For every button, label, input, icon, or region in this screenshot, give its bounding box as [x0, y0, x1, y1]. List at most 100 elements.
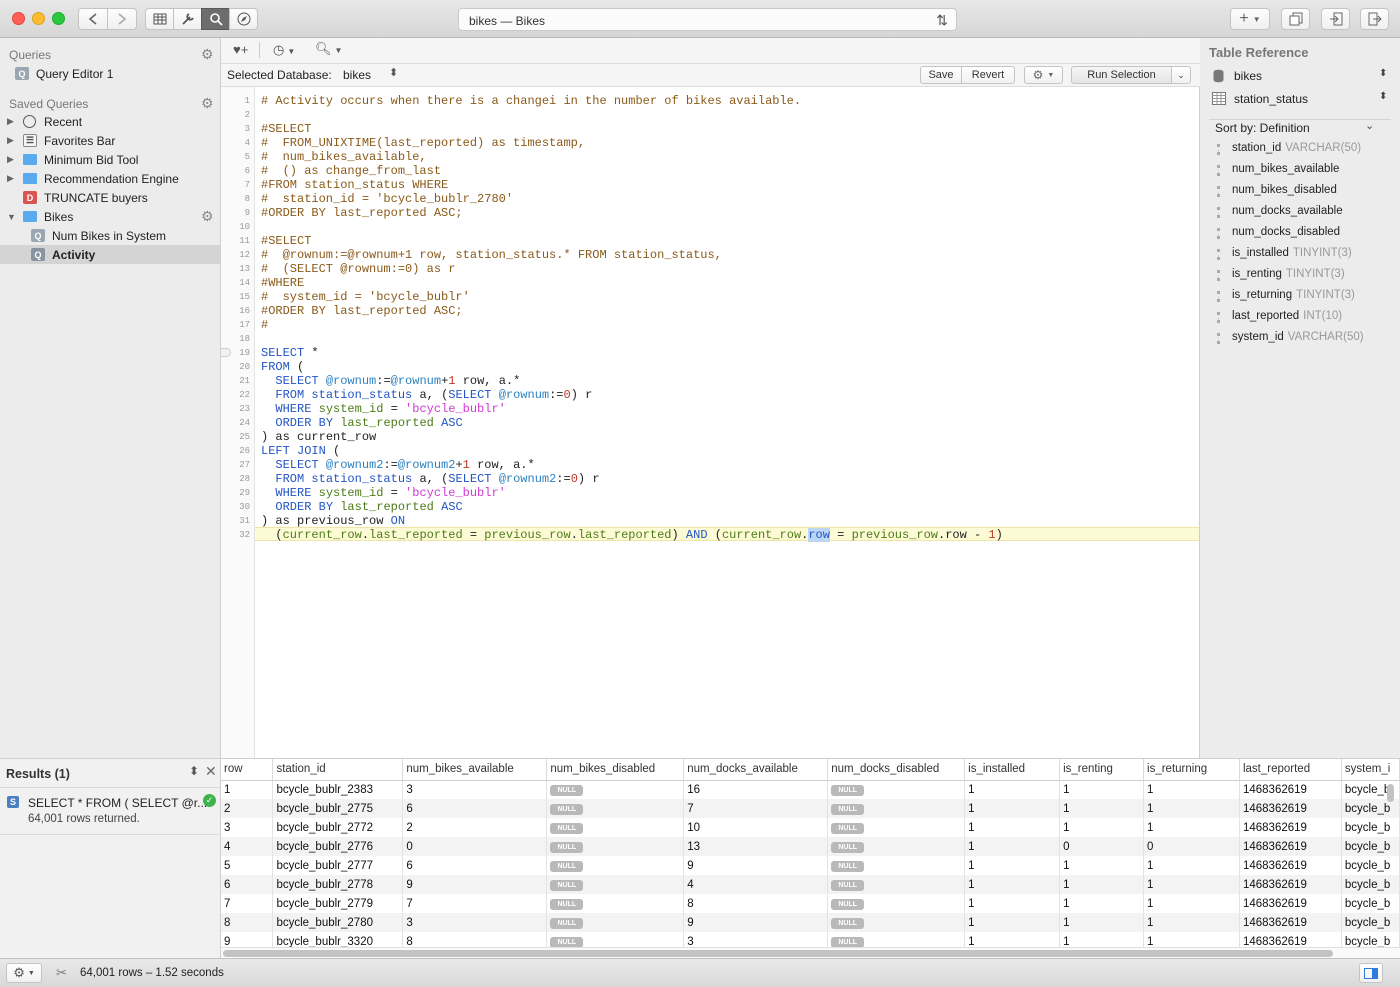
table-cell[interactable]: 16 [683, 780, 829, 799]
table-cell[interactable]: 1 [1059, 780, 1145, 799]
table-cell[interactable]: 7 [683, 799, 829, 818]
column-header[interactable]: num_docks_available [683, 759, 829, 781]
table-cell[interactable]: 1 [1143, 913, 1240, 932]
table-cell[interactable]: 1 [1143, 894, 1240, 913]
table-cell[interactable]: 1468362619 [1239, 875, 1342, 894]
table-cell[interactable]: bcycle_b [1341, 818, 1400, 837]
table-cell[interactable]: 1 [1059, 875, 1145, 894]
vertical-scrollbar[interactable] [1387, 784, 1394, 802]
sort-arrows-icon[interactable]: ⇅ [936, 12, 948, 29]
column-item[interactable]: num_bikes_disabled [1217, 184, 1341, 200]
table-cell[interactable]: 3 [221, 818, 274, 837]
table-cell[interactable]: bcycle_bublr_2775 [272, 799, 404, 818]
revert-button[interactable]: Revert [961, 66, 1015, 84]
table-cell[interactable]: 4 [221, 837, 274, 856]
history-menu-button[interactable]: ◷ ▼ [273, 42, 295, 58]
column-header[interactable]: num_bikes_disabled [546, 759, 685, 781]
table-cell[interactable]: 1 [964, 799, 1061, 818]
sidebar-item-bikes[interactable]: ▼ Bikes ⚙ [0, 207, 220, 226]
column-item[interactable]: last_reported INT(10) [1216, 310, 1342, 326]
table-row[interactable]: 1 bcycle_bublr_2383 3 NULL 16 NULL 1 1 1 14683626… [221, 780, 1400, 799]
table-cell[interactable]: bcycle_b [1341, 856, 1400, 875]
sidebar-item-num-bikes-in-system[interactable]: Q Num Bikes in System [0, 226, 220, 245]
add-menu-button[interactable]: + ▼ [1230, 8, 1270, 30]
table-cell[interactable]: 7 [221, 894, 274, 913]
table-cell[interactable]: 6 [402, 856, 548, 875]
database-selector[interactable]: bikes ⬍ [1210, 68, 1390, 86]
table-cell[interactable]: 1468362619 [1239, 894, 1342, 913]
duplicate-button[interactable] [1281, 8, 1310, 30]
table-cell[interactable]: 6 [402, 799, 548, 818]
column-header[interactable]: is_renting [1059, 759, 1145, 781]
table-cell[interactable]: NULL [827, 837, 966, 856]
column-header[interactable]: num_bikes_available [402, 759, 548, 781]
table-cell[interactable]: 1 [1143, 799, 1240, 818]
disclosure-triangle-icon[interactable]: ▶ [7, 135, 14, 146]
table-cell[interactable]: 10 [683, 818, 829, 837]
select-arrows-icon[interactable]: ⬍ [1379, 68, 1387, 79]
table-cell[interactable]: 9 [402, 875, 548, 894]
save-button[interactable]: Save [920, 66, 962, 84]
table-cell[interactable]: NULL [827, 913, 966, 932]
sql-editor[interactable]: 1 2 3 4 5 6 7 8 9 10 11 12 13 14 15 16 17 18 19 20 21 22 23 24 2… [221, 87, 1200, 758]
select-arrows-icon[interactable]: ⬍ [389, 66, 398, 79]
table-cell[interactable]: 1 [1143, 875, 1240, 894]
table-cell[interactable]: 1 [964, 837, 1061, 856]
table-cell[interactable]: 1 [1059, 799, 1145, 818]
minimize-window-icon[interactable] [32, 12, 45, 25]
table-cell[interactable]: 3 [402, 780, 548, 799]
table-row[interactable]: 3 bcycle_bublr_2772 2 NULL 10 NULL 1 1 1 14683626… [221, 818, 1400, 837]
queries-gear-icon[interactable]: ⚙ [201, 47, 215, 61]
collapse-arrows-icon[interactable]: ⬍ [189, 764, 199, 778]
close-window-icon[interactable] [12, 12, 25, 25]
relations-view-button[interactable] [229, 8, 258, 30]
search-menu-button[interactable]: 🔍︎ ▼ [315, 41, 342, 57]
column-item[interactable]: num_docks_disabled [1216, 226, 1344, 242]
table-cell[interactable]: bcycle_b [1341, 913, 1400, 932]
table-selector[interactable]: station_status ⬍ [1210, 91, 1390, 109]
table-cell[interactable]: bcycle_b [1341, 894, 1400, 913]
table-row[interactable]: 4 bcycle_bublr_2776 0 NULL 13 NULL 1 0 0 14683626… [221, 837, 1400, 856]
table-row[interactable]: 2 bcycle_bublr_2775 6 NULL 7 NULL 1 1 1 146836261… [221, 799, 1400, 818]
table-cell[interactable]: 1468362619 [1239, 837, 1342, 856]
export-button[interactable] [1360, 8, 1389, 30]
table-cell[interactable]: 1 [964, 818, 1061, 837]
table-cell[interactable]: 1468362619 [1239, 799, 1342, 818]
sidebar-item-favorites-bar[interactable]: ▶ ☰ Favorites Bar [0, 131, 220, 150]
bikes-gear-icon[interactable]: ⚙ [201, 209, 215, 223]
back-button[interactable] [78, 8, 108, 30]
sort-selector[interactable]: Sort by: Definition ⌄ [1215, 120, 1395, 139]
disclosure-triangle-icon[interactable]: ▶ [7, 116, 14, 127]
forward-button[interactable] [107, 8, 137, 30]
table-cell[interactable]: 9 [683, 856, 829, 875]
results-grid[interactable]: row station_id num_bikes_available num_bike… [221, 758, 1400, 958]
table-cell[interactable]: 6 [221, 875, 274, 894]
saved-queries-gear-icon[interactable]: ⚙ [201, 96, 215, 110]
database-select[interactable]: bikes [343, 68, 371, 82]
column-header[interactable]: station_id [272, 759, 404, 781]
column-header[interactable]: system_i [1341, 759, 1400, 781]
column-header[interactable]: last_reported [1239, 759, 1342, 781]
table-cell[interactable]: 1 [1143, 780, 1240, 799]
query-view-button[interactable] [201, 8, 230, 30]
horizontal-scrollbar[interactable] [223, 950, 1333, 957]
table-cell[interactable]: 8 [221, 913, 274, 932]
table-cell[interactable]: 4 [683, 875, 829, 894]
table-cell[interactable]: 2 [402, 818, 548, 837]
disclosure-triangle-icon[interactable]: ▶ [7, 154, 14, 165]
structure-view-button[interactable] [173, 8, 202, 30]
table-cell[interactable]: 0 [1059, 837, 1145, 856]
table-cell[interactable]: 1468362619 [1239, 913, 1342, 932]
table-cell[interactable]: 5 [221, 856, 274, 875]
table-cell[interactable]: NULL [546, 837, 685, 856]
table-row[interactable]: 5 bcycle_bublr_2777 6 NULL 9 NULL 1 1 1 146836261… [221, 856, 1400, 875]
pin-icon[interactable]: ✂ [56, 965, 67, 981]
table-cell[interactable]: NULL [827, 856, 966, 875]
column-item[interactable]: is_returning TINYINT(3) [1217, 289, 1355, 305]
toggle-sidebar-button[interactable] [1359, 963, 1383, 983]
column-item[interactable]: station_id VARCHAR(50) [1216, 142, 1361, 158]
table-cell[interactable]: bcycle_b [1341, 875, 1400, 894]
table-row[interactable]: 7 bcycle_bublr_2779 7 NULL 8 NULL 1 1 1 146836261… [221, 894, 1400, 913]
table-cell[interactable]: NULL [546, 875, 685, 894]
table-cell[interactable]: NULL [827, 875, 966, 894]
